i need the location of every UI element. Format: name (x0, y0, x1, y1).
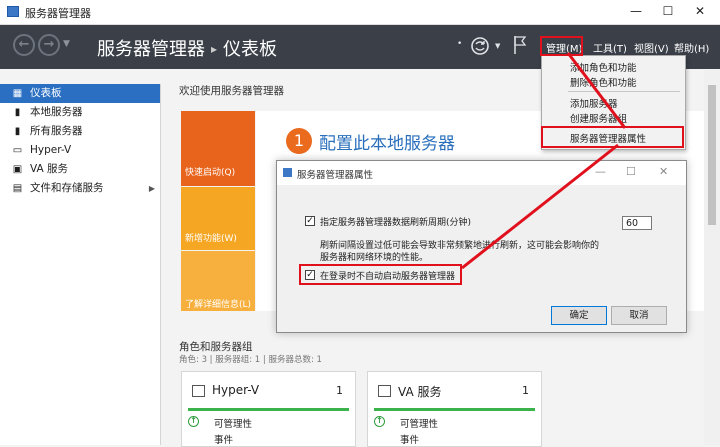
highlight-properties-item (541, 126, 684, 148)
highlight-manage-menu (540, 36, 583, 56)
highlight-autostart-option (299, 264, 462, 285)
annotation-arrows (461, 52, 627, 270)
